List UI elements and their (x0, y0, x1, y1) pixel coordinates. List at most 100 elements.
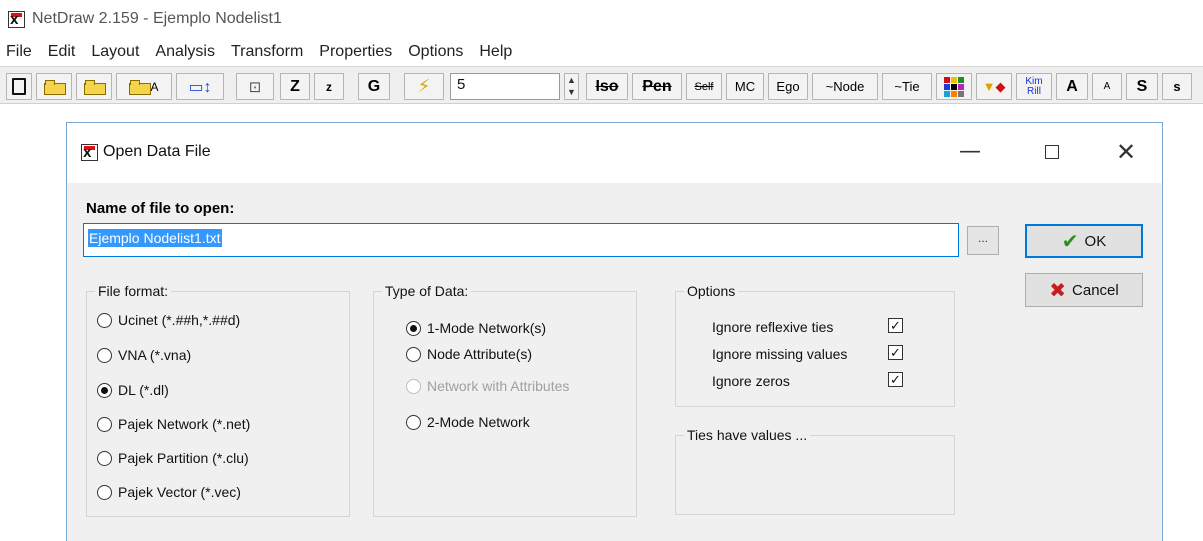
self-button[interactable]: Self (686, 73, 722, 100)
shapes-button[interactable]: ▼◆ (976, 73, 1012, 100)
check-icon: ✔ (1061, 230, 1079, 253)
menu-edit[interactable]: Edit (48, 43, 76, 61)
font-larger-button[interactable]: A (1056, 73, 1088, 100)
format-pajek-partition-option[interactable]: Pajek Partition (*.clu) (97, 450, 249, 466)
checkbox-missing[interactable]: ✓ (888, 345, 903, 360)
open-network-button[interactable] (36, 73, 72, 100)
type-of-data-group: Type of Data: 1-Mode Network(s) Node Att… (373, 283, 637, 517)
data-2mode-option[interactable]: 2-Mode Network (406, 414, 530, 430)
size-smaller-button[interactable]: s (1162, 73, 1192, 100)
close-icon: ✕ (1115, 138, 1137, 166)
ties-values-group: Ties have values ... (675, 427, 955, 515)
filename-label: Name of file to open: (86, 200, 235, 217)
radio-vna[interactable] (97, 347, 112, 363)
ok-button[interactable]: ✔ OK (1025, 224, 1143, 258)
iso-button[interactable]: Iso (586, 73, 628, 100)
radio-1mode[interactable] (406, 320, 421, 336)
browse-button[interactable]: ... (967, 226, 999, 255)
mc-button[interactable]: MC (726, 73, 764, 100)
lightning-icon: ⚡ (417, 76, 431, 96)
format-dl-option[interactable]: DL (*.dl) (97, 382, 169, 398)
open-attribute-button[interactable]: A (116, 73, 172, 100)
menu-transform[interactable]: Transform (231, 43, 303, 61)
format-pajek-vector-label: Pajek Vector (*.vec) (118, 484, 241, 500)
g-button[interactable]: G (358, 73, 390, 100)
size-larger-button[interactable]: S (1126, 73, 1158, 100)
menu-layout[interactable]: Layout (91, 43, 139, 61)
radio-2mode[interactable] (406, 414, 421, 430)
format-vna-option[interactable]: VNA (*.vna) (97, 347, 191, 363)
app-title: NetDraw 2.159 - Ejemplo Nodelist1 (32, 10, 282, 27)
format-ucinet-option[interactable]: Ucinet (*.##h,*.##d) (97, 312, 240, 328)
menu-help[interactable]: Help (479, 43, 512, 61)
dialog-titlebar: X Open Data File — ✕ (67, 123, 1162, 183)
radio-pajek-network[interactable] (97, 416, 112, 432)
minimize-icon: — (959, 139, 981, 164)
value-input[interactable]: 5 (450, 73, 560, 100)
open-folder-icon (84, 80, 106, 95)
dialog-title: Open Data File (103, 143, 211, 160)
format-dl-label: DL (*.dl) (118, 382, 169, 398)
radio-dl[interactable] (97, 382, 112, 398)
open-folder-icon (44, 80, 66, 95)
data-1mode-label: 1-Mode Network(s) (427, 320, 547, 336)
option-zeros-label: Ignore zeros (712, 373, 790, 389)
format-vna-label: VNA (*.vna) (118, 347, 192, 363)
menu-properties[interactable]: Properties (319, 43, 392, 61)
format-ucinet-label: Ucinet (*.##h,*.##d) (118, 312, 241, 328)
tie-button[interactable]: ~Tie (882, 73, 932, 100)
cancel-button[interactable]: ✖ Cancel (1025, 273, 1143, 307)
radio-node-attribute[interactable] (406, 346, 421, 362)
data-node-attribute-label: Node Attribute(s) (427, 346, 533, 362)
menu-options[interactable]: Options (408, 43, 463, 61)
type-of-data-title: Type of Data: (382, 283, 472, 299)
lightning-button[interactable]: ⚡ (404, 73, 444, 100)
option-reflexive-label: Ignore reflexive ties (712, 319, 834, 335)
checkbox-reflexive[interactable]: ✓ (888, 318, 903, 333)
filename-input[interactable]: Ejemplo Nodelist1.txt (83, 223, 959, 257)
ego-button[interactable]: Ego (768, 73, 808, 100)
radio-ucinet[interactable] (97, 312, 112, 328)
new-file-button[interactable] (6, 73, 32, 100)
menubar: File Edit Layout Analysis Transform Prop… (0, 38, 1203, 66)
rill-label: Rill (1027, 85, 1041, 97)
open-folder-attribute-icon (129, 80, 152, 95)
color-palette-icon (944, 76, 964, 97)
zoom-in-button[interactable]: Z (280, 73, 310, 100)
cancel-label: Cancel (1072, 281, 1119, 299)
open-data-file-dialog: X Open Data File — ✕ Name of file to ope… (66, 122, 1163, 541)
data-1mode-option[interactable]: 1-Mode Network(s) (406, 320, 546, 336)
radio-pajek-partition[interactable] (97, 450, 112, 466)
radio-pajek-vector[interactable] (97, 484, 112, 500)
shapes-icon: ▼◆ (982, 78, 1006, 94)
app-titlebar: X NetDraw 2.159 - Ejemplo Nodelist1 (0, 0, 1203, 38)
format-pajek-vector-option[interactable]: Pajek Vector (*.vec) (97, 484, 241, 500)
fit-button[interactable]: ⊡ (236, 73, 274, 100)
layout-button[interactable]: ▭↕ (176, 73, 224, 100)
font-smaller-button[interactable]: A (1092, 73, 1122, 100)
value-spinner[interactable]: ▲ ▼ (564, 73, 579, 100)
color-palette-button[interactable] (936, 73, 972, 100)
data-network-attributes-label: Network with Attributes (427, 378, 570, 394)
open-file-button[interactable] (76, 73, 112, 100)
cancel-x-icon: ✖ (1049, 279, 1067, 302)
file-format-title: File format: (95, 283, 172, 299)
checkbox-zeros[interactable]: ✓ (888, 372, 903, 387)
zoom-out-button[interactable]: z (314, 73, 344, 100)
node-button[interactable]: ~Node (812, 73, 878, 100)
data-node-attribute-option[interactable]: Node Attribute(s) (406, 346, 532, 362)
format-pajek-network-label: Pajek Network (*.net) (118, 416, 251, 432)
menu-analysis[interactable]: Analysis (155, 43, 215, 61)
ties-values-title: Ties have values ... (684, 427, 811, 443)
kim-rill-button[interactable]: Kim Rill (1016, 73, 1052, 100)
close-button[interactable]: ✕ (1111, 137, 1141, 167)
maximize-button[interactable] (1037, 137, 1067, 167)
menu-file[interactable]: File (6, 43, 32, 61)
options-group: Options Ignore reflexive ties ✓ Ignore m… (675, 283, 955, 407)
file-format-group: File format: Ucinet (*.##h,*.##d) VNA (*… (86, 283, 350, 517)
new-file-icon (12, 78, 26, 95)
format-pajek-network-option[interactable]: Pajek Network (*.net) (97, 416, 250, 432)
minimize-button[interactable]: — (955, 137, 985, 167)
radio-network-attributes (406, 378, 421, 394)
pen-button[interactable]: Pen (632, 73, 682, 100)
